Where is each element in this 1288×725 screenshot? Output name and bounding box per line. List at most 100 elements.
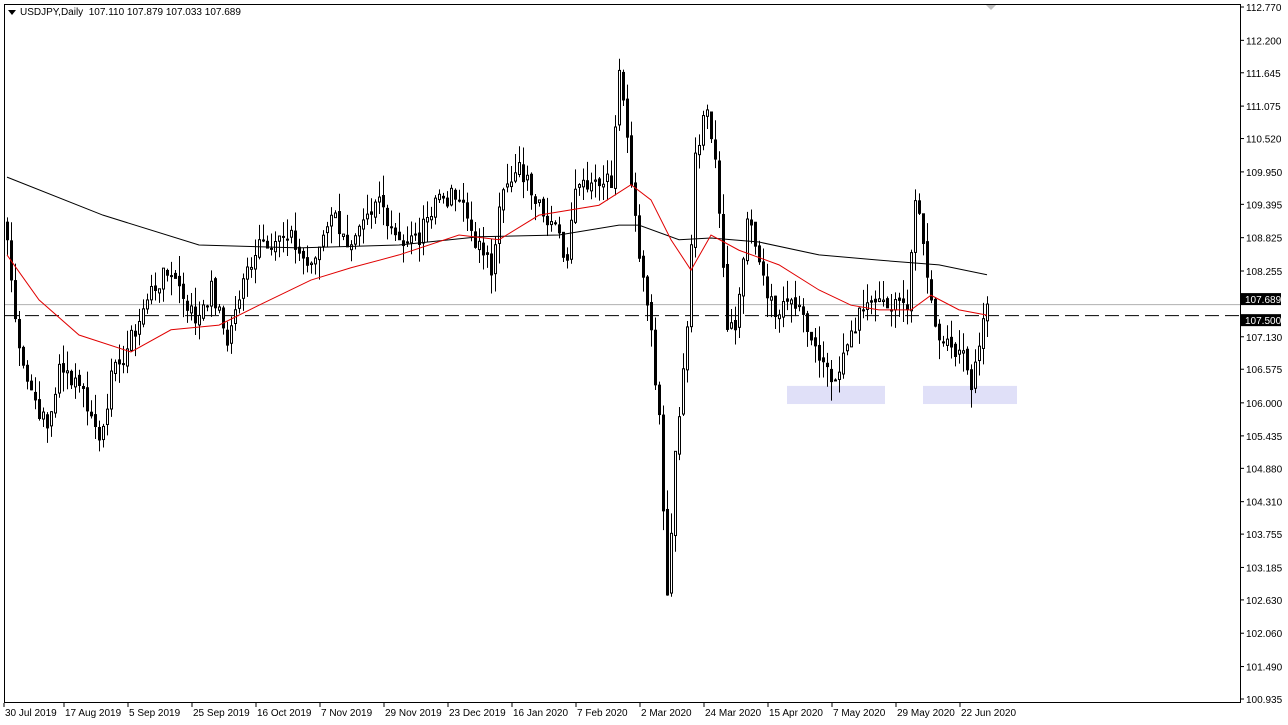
bear-candle <box>950 336 953 348</box>
bull-candle <box>910 252 913 312</box>
bear-candle <box>534 196 537 204</box>
bear-candle <box>658 384 661 416</box>
date-tick-label: 30 Jul 2019 <box>5 708 57 719</box>
bull-candle <box>434 197 437 218</box>
price-tick-label: 107.130 <box>1246 333 1283 344</box>
bull-candle <box>142 308 145 325</box>
bear-candle <box>966 348 969 371</box>
price-tick-label: 106.575 <box>1246 365 1283 376</box>
bear-candle <box>94 414 97 428</box>
bull-candle <box>242 278 245 299</box>
bear-candle <box>810 331 813 341</box>
bear-candle <box>522 164 525 183</box>
price-chart[interactable]: 112.770 112.200 111.645 111.075 110.520 109.9… <box>0 0 1288 725</box>
bear-candle <box>86 387 89 412</box>
bull-candle <box>834 379 837 382</box>
price-tick-label: 104.880 <box>1246 464 1283 475</box>
bull-candle <box>702 115 705 146</box>
bull-candle <box>842 352 845 375</box>
bull-candle <box>158 288 161 294</box>
bear-candle <box>794 297 797 309</box>
bull-candle <box>502 189 505 211</box>
bull-candle <box>342 233 345 237</box>
date-tick-label: 15 Apr 2020 <box>769 708 823 719</box>
bear-candle <box>294 230 297 250</box>
bull-candle <box>478 240 481 251</box>
bear-candle <box>726 264 729 330</box>
bull-candle <box>878 298 881 302</box>
date-tick-label: 29 Nov 2019 <box>385 708 442 719</box>
bull-candle <box>770 296 773 301</box>
bear-candle <box>750 219 753 226</box>
bear-candle <box>826 362 829 368</box>
bear-candle <box>562 231 565 258</box>
bear-candle <box>650 302 653 331</box>
bear-candle <box>118 359 121 365</box>
bear-candle <box>262 239 265 242</box>
bear-candle <box>854 331 857 334</box>
bull-candle <box>58 363 61 394</box>
bull-candle <box>354 235 357 245</box>
bull-candle <box>130 329 133 351</box>
bear-candle <box>18 318 21 349</box>
price-tick-label: 112.200 <box>1246 36 1282 47</box>
bull-candle <box>946 338 949 346</box>
price-tick-label: 101.490 <box>1246 663 1283 674</box>
bull-candle <box>202 304 205 319</box>
bull-candle <box>518 162 521 175</box>
bull-candle <box>838 371 841 381</box>
bear-candle <box>938 323 941 341</box>
bull-candle <box>574 188 577 223</box>
bear-candle <box>666 508 669 596</box>
bull-candle <box>682 368 685 415</box>
bear-candle <box>622 71 625 101</box>
symbol-label: USDJPY,Daily <box>20 7 84 18</box>
bear-candle <box>174 272 177 279</box>
bear-candle <box>62 363 65 373</box>
bull-candle <box>350 244 353 251</box>
bull-candle <box>254 254 257 270</box>
bear-candle <box>34 391 37 401</box>
bear-candle <box>830 368 833 383</box>
bull-candle <box>590 182 593 192</box>
bull-candle <box>122 363 125 366</box>
price-tag-label: 107.689 <box>1245 295 1282 306</box>
bear-candle <box>902 298 905 303</box>
bull-candle <box>510 181 513 188</box>
bear-candle <box>390 226 393 229</box>
bear-candle <box>546 215 549 226</box>
bull-candle <box>958 349 961 355</box>
bear-candle <box>586 180 589 190</box>
bull-candle <box>378 196 381 203</box>
bear-candle <box>214 278 217 309</box>
bull-candle <box>334 212 337 219</box>
bull-candle <box>246 266 249 280</box>
support-zone <box>787 385 885 405</box>
bull-candle <box>138 320 141 335</box>
price-tag-label: 107.500 <box>1245 316 1282 327</box>
bear-candle <box>394 227 397 236</box>
bear-candle <box>906 304 909 310</box>
bull-candle <box>250 266 253 270</box>
bull-candle <box>430 215 433 221</box>
dropdown-triangle-icon[interactable] <box>8 9 16 15</box>
price-tick-label: 112.770 <box>1246 3 1282 14</box>
bull-candle <box>494 244 497 275</box>
bear-candle <box>786 298 789 302</box>
bear-candle <box>774 295 777 318</box>
bear-candle <box>654 329 657 386</box>
price-tick-label: 108.825 <box>1246 234 1283 245</box>
bull-candle <box>894 299 897 311</box>
bull-candle <box>278 235 281 242</box>
bull-candle <box>538 199 541 203</box>
bear-candle <box>470 219 473 231</box>
bear-candle <box>70 370 73 386</box>
price-tick-label: 100.935 <box>1246 695 1283 706</box>
bear-candle <box>542 198 545 217</box>
bull-candle <box>310 262 313 266</box>
bear-candle <box>306 257 309 266</box>
bear-candle <box>398 231 401 241</box>
bull-candle <box>582 179 585 188</box>
bull-candle <box>850 330 853 348</box>
bear-candle <box>638 215 641 259</box>
